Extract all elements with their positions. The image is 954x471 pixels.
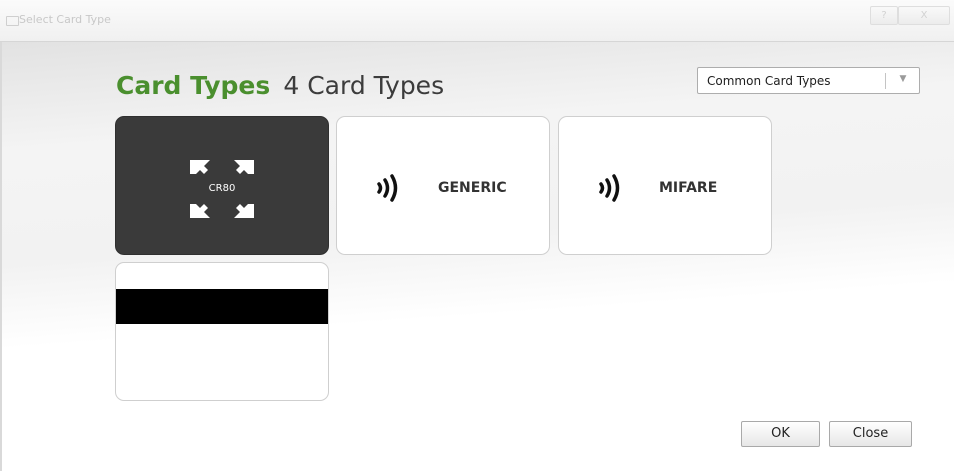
card-label: CR80	[208, 183, 236, 194]
window-border	[0, 42, 2, 471]
card-type-cr80[interactable]: CR80	[115, 116, 329, 255]
page-title: Card Types	[116, 71, 271, 100]
ok-button[interactable]: OK	[741, 421, 820, 447]
help-button[interactable]: ?	[870, 6, 898, 25]
window-close-button[interactable]: X	[898, 6, 950, 25]
chevron-down-icon[interactable]: ▼	[891, 74, 915, 84]
card-label: MIFARE	[659, 180, 718, 196]
window-title: Select Card Type	[19, 13, 111, 26]
close-button[interactable]: Close	[829, 421, 912, 447]
page-heading: Card Types 4 Card Types	[116, 71, 444, 100]
card-type-generic[interactable]: GENERIC	[336, 116, 550, 255]
dropdown-divider	[885, 73, 886, 89]
rfid-wave-icon	[377, 174, 398, 202]
magnetic-stripe-icon	[116, 289, 328, 324]
card-type-magnetic-stripe[interactable]	[115, 262, 329, 401]
dialog-content	[0, 42, 954, 471]
card-label: GENERIC	[438, 180, 507, 196]
card-type-mifare[interactable]: MIFARE	[558, 116, 772, 255]
title-bar: Select Card Type ? X	[0, 0, 954, 42]
card-category-dropdown[interactable]: Common Card Types ▼	[697, 67, 920, 94]
dropdown-selected-value: Common Card Types	[707, 74, 831, 88]
window-icon	[6, 16, 19, 26]
card-type-count: 4 Card Types	[283, 71, 445, 100]
rfid-wave-icon	[599, 174, 620, 202]
